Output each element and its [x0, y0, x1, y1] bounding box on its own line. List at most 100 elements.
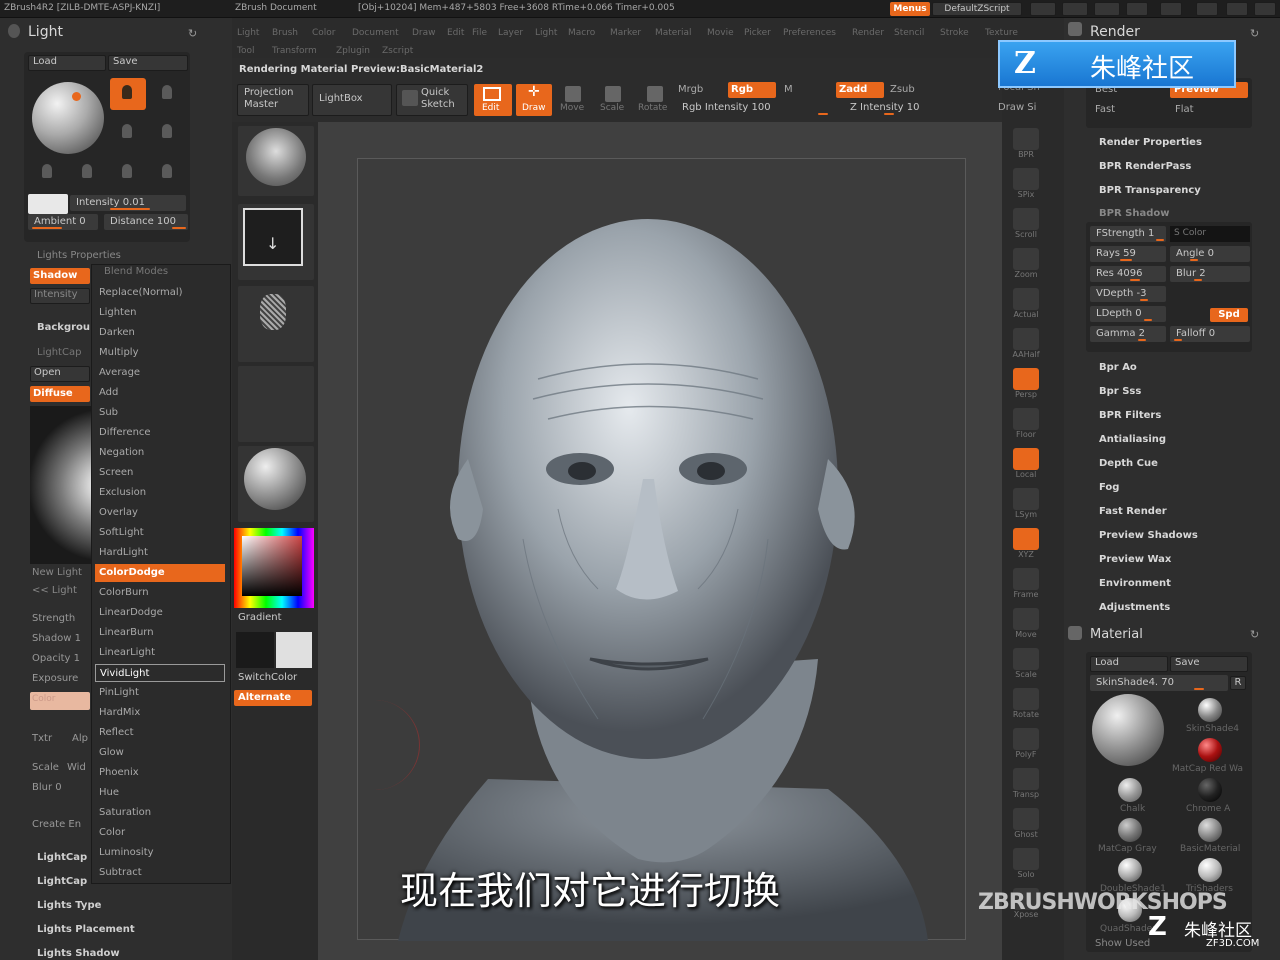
blend-mode-item[interactable]: Replace(Normal) — [95, 284, 225, 302]
blend-mode-item[interactable]: LinearBurn — [95, 624, 225, 642]
bpr-ao-item[interactable]: Bpr Ao — [1099, 362, 1137, 373]
blend-mode-item[interactable]: Screen — [95, 464, 225, 482]
exposure-slider[interactable]: Exposure — [32, 673, 78, 684]
blend-mode-item[interactable]: Saturation — [95, 804, 225, 822]
material-main-preview[interactable] — [1092, 694, 1164, 766]
opacity-slider[interactable]: Opacity 1 — [32, 653, 80, 664]
material-swatch[interactable] — [1118, 858, 1142, 882]
tool-scroll-button[interactable]: Scroll — [1008, 208, 1044, 239]
menu-item[interactable]: Layer — [498, 28, 523, 38]
bulb-icon[interactable] — [162, 85, 172, 99]
blend-mode-item[interactable]: PinLight — [95, 684, 225, 702]
blend-mode-item[interactable]: Reflect — [95, 724, 225, 742]
light-save-button[interactable]: Save — [108, 55, 188, 71]
bulb-icon[interactable] — [42, 164, 52, 178]
lock-icon[interactable] — [1160, 2, 1182, 16]
light-color-swatch[interactable] — [28, 194, 68, 214]
blend-mode-item[interactable]: VividLight — [95, 664, 225, 682]
script-button[interactable]: DefaultZScript — [932, 2, 1022, 16]
tool-xyz-button[interactable]: XYZ — [1008, 528, 1044, 559]
lightcap-preview[interactable] — [30, 406, 92, 564]
intensity-slider[interactable]: Intensity 0.01 — [70, 195, 186, 211]
blend-mode-item[interactable]: Subtract — [95, 864, 225, 882]
spd-button[interactable]: Spd — [1210, 308, 1248, 322]
minimize-icon[interactable] — [1196, 2, 1218, 16]
zadd-button[interactable]: Zadd — [836, 82, 884, 98]
tool-lsym-button[interactable]: LSym — [1008, 488, 1044, 519]
secondary-color-swatch[interactable] — [276, 632, 312, 668]
tool-spix-button[interactable]: SPix — [1008, 168, 1044, 199]
menu-item[interactable]: Render — [852, 28, 884, 38]
bpr-sss-item[interactable]: Bpr Sss — [1099, 386, 1141, 397]
lights-type-submenu[interactable]: Lights Type — [37, 900, 101, 911]
restore-icon[interactable] — [1226, 2, 1248, 16]
scale-slider[interactable]: Scale — [32, 762, 59, 773]
blend-mode-item[interactable]: Overlay — [95, 504, 225, 522]
menus-button[interactable]: Menus — [890, 2, 930, 16]
tool-actual-button[interactable]: Actual — [1008, 288, 1044, 319]
document-canvas[interactable] — [357, 158, 967, 941]
blend-mode-item[interactable]: LinearDodge — [95, 604, 225, 622]
distance-slider[interactable]: Distance 100 — [104, 214, 188, 230]
menu-item[interactable]: Macro — [568, 28, 595, 38]
blend-mode-item[interactable]: ColorBurn — [95, 584, 225, 602]
lightcap-submenu[interactable]: LightCap — [37, 852, 87, 863]
sculpt-head[interactable] — [358, 159, 967, 941]
ldepth-slider[interactable]: LDepth 0 — [1090, 306, 1166, 322]
tool-frame-button[interactable]: Frame — [1008, 568, 1044, 599]
view-icon[interactable] — [1094, 2, 1120, 16]
menu-item[interactable]: Stencil — [894, 28, 924, 38]
preview-wax-item[interactable]: Preview Wax — [1099, 554, 1171, 565]
lights-shadow-submenu[interactable]: Lights Shadow — [37, 948, 120, 959]
menu-item[interactable]: Material — [655, 28, 692, 38]
create-env-button[interactable]: Create En — [32, 819, 81, 830]
menu-item[interactable]: Texture — [985, 28, 1018, 38]
blend-mode-item[interactable]: Phoenix — [95, 764, 225, 782]
close-icon[interactable] — [1254, 2, 1276, 16]
flat-render-button[interactable]: Flat — [1175, 104, 1194, 115]
tool-local-button[interactable]: Local — [1008, 448, 1044, 479]
gamma-slider[interactable]: Gamma 2 — [1090, 326, 1166, 342]
bulb-icon[interactable] — [122, 164, 132, 178]
blend-mode-item[interactable]: Darken — [95, 324, 225, 342]
diffuse-button[interactable]: Diffuse — [30, 386, 90, 402]
color-picker-square[interactable] — [242, 536, 302, 596]
fog-item[interactable]: Fog — [1099, 482, 1119, 493]
bpr-transparency-item[interactable]: BPR Transparency — [1099, 185, 1201, 196]
adjustments-item[interactable]: Adjustments — [1099, 602, 1170, 613]
menu-item[interactable]: Movie — [707, 28, 734, 38]
blend-mode-item[interactable]: Sub — [95, 404, 225, 422]
undo-icon[interactable] — [1062, 2, 1088, 16]
shadow-tab[interactable]: Shadow — [30, 268, 90, 284]
material-swatch[interactable] — [1198, 738, 1222, 762]
angle-slider[interactable]: Angle 0 — [1170, 246, 1250, 262]
new-light-button[interactable]: New Light — [32, 567, 82, 578]
menu-item[interactable]: Light — [237, 28, 259, 38]
environment-item[interactable]: Environment — [1099, 578, 1171, 589]
bulb-icon[interactable] — [82, 164, 92, 178]
menu-item[interactable]: Light — [535, 28, 557, 38]
rays-slider[interactable]: Rays 59 — [1090, 246, 1166, 262]
strength-slider[interactable]: Strength — [32, 613, 75, 624]
material-swatch[interactable] — [1198, 858, 1222, 882]
refresh-icon[interactable]: ↻ — [1250, 628, 1259, 641]
res-slider[interactable]: Res 4096 — [1090, 266, 1166, 282]
blur-slider[interactable]: Blur 2 — [1170, 266, 1250, 282]
width-slider[interactable]: Wid — [67, 762, 86, 773]
tool-scale-button[interactable]: Scale — [1008, 648, 1044, 679]
menu-item[interactable]: Stroke — [940, 28, 969, 38]
scale-button[interactable]: Scale — [598, 84, 628, 116]
menu-item[interactable]: Tool — [237, 46, 254, 56]
menu-item[interactable]: Transform — [272, 46, 317, 56]
layout-icon[interactable] — [1126, 2, 1148, 16]
material-swatch[interactable] — [1198, 818, 1222, 842]
blend-mode-item[interactable]: Luminosity — [95, 844, 225, 862]
primary-color-swatch[interactable] — [236, 632, 274, 668]
prev-light-button[interactable]: << Light — [32, 585, 77, 596]
blur-slider[interactable]: Blur 0 — [32, 782, 62, 793]
fast-render-item[interactable]: Fast Render — [1099, 506, 1167, 517]
refresh-icon[interactable]: ↻ — [188, 27, 197, 40]
blend-mode-item[interactable]: Hue — [95, 784, 225, 802]
move-button[interactable]: Move — [558, 84, 588, 116]
r-button[interactable]: R — [1230, 676, 1246, 690]
